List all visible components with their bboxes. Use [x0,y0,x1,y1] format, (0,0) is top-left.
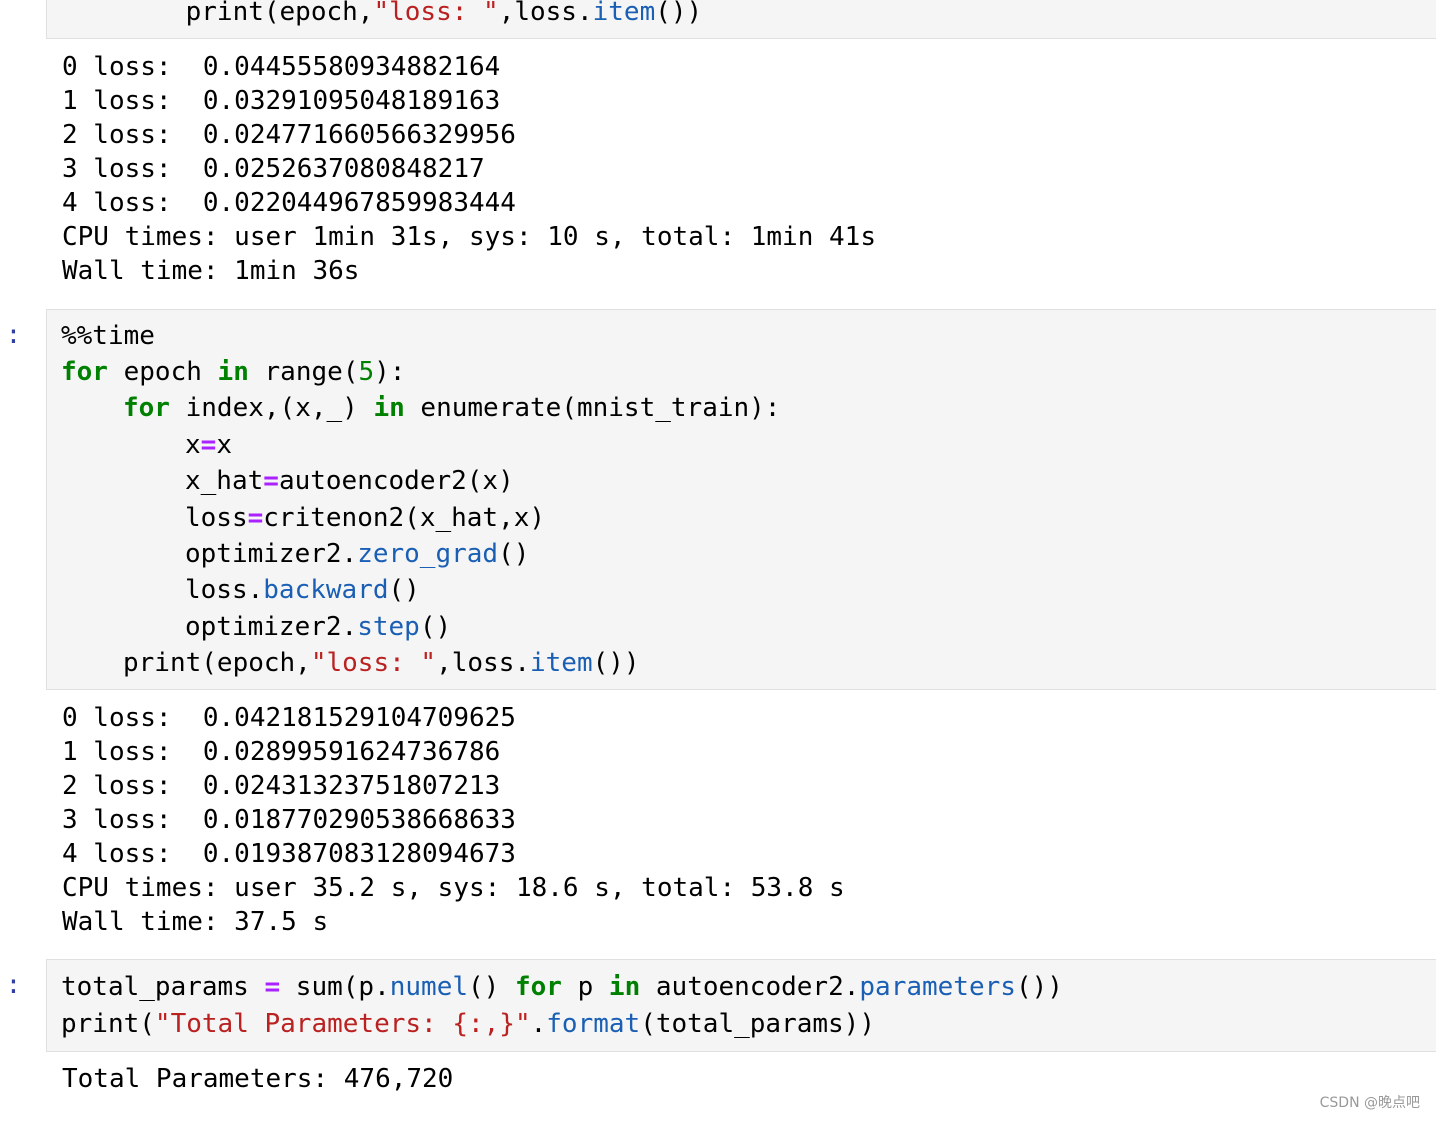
code-line: print(epoch,"loss: ",loss.item()) [123,648,640,678]
code-line: loss.backward() [185,575,420,605]
output-line: 3 loss: 0.018770290538668633 [62,805,516,835]
code-cell-2[interactable]: total_params = sum(p.numel() for p in au… [46,959,1436,1052]
output-line: 3 loss: 0.0252637080848217 [62,154,485,184]
code-line: %%time [61,321,155,351]
output-line: 2 loss: 0.02431323751807213 [62,771,501,801]
output-line: 1 loss: 0.02899591624736786 [62,737,501,767]
output-line: Total Parameters: 476,720 [62,1064,454,1094]
code-line: print(epoch,"loss: ",loss.item()) [123,0,703,27]
output-line: 0 loss: 0.042181529104709625 [62,703,516,733]
code-line: for index,(x,_) in enumerate(mnist_train… [123,393,781,423]
code-line: optimizer2.step() [185,612,452,642]
output-line: 2 loss: 0.024771660566329956 [62,120,516,150]
code-line: print("Total Parameters: {:,}".format(to… [61,1009,875,1039]
code-line: for epoch in range(5): [61,357,406,387]
cell-prompt: ]: [0,320,22,350]
code-cell-1[interactable]: %%time for epoch in range(5): for index,… [46,309,1436,690]
output-line: 1 loss: 0.03291095048189163 [62,86,501,116]
output-line: 4 loss: 0.022044967859983444 [62,188,516,218]
code-line: total_params = sum(p.numel() for p in au… [61,972,1063,1002]
code-cell-0[interactable]: print(epoch,"loss: ",loss.item()) [46,0,1436,39]
output-line: CPU times: user 35.2 s, sys: 18.6 s, tot… [62,873,845,903]
code-line: loss=critenon2(x_hat,x) [185,503,546,533]
output-line: Wall time: 1min 36s [62,256,360,286]
output-line: Wall time: 37.5 s [62,907,329,937]
watermark: CSDN @晚点吧 [1319,1095,1420,1111]
output-line: CPU times: user 1min 31s, sys: 10 s, tot… [62,222,876,252]
output-line: 0 loss: 0.04455580934882164 [62,52,501,82]
output-line: 4 loss: 0.019387083128094673 [62,839,516,869]
cell-prompt: ]: [0,970,22,1000]
code-line: x_hat=autoencoder2(x) [185,466,514,496]
code-line: optimizer2.zero_grad() [185,539,530,569]
code-line: x=x [185,430,232,460]
